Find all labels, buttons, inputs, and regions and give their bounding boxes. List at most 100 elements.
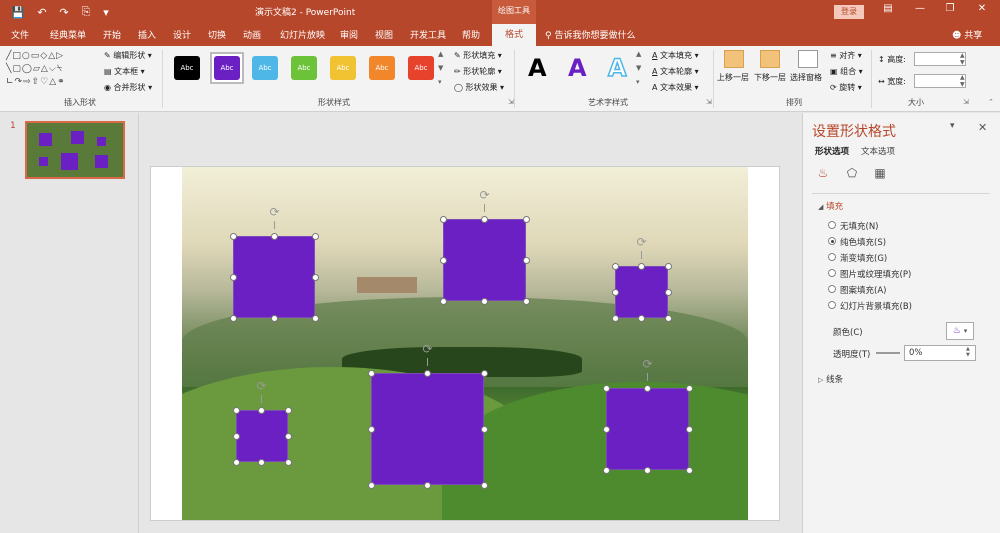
login-button[interactable]: 登录 [834,5,864,19]
purple-rectangle-shape[interactable] [443,219,526,301]
wordart-style-black[interactable]: A [528,54,547,82]
resize-handle[interactable] [603,426,610,433]
resize-handle[interactable] [612,315,619,322]
purple-rectangle-shape[interactable] [233,236,315,318]
resize-handle[interactable] [440,216,447,223]
shape-style-swatch-purple[interactable]: Abc [214,56,240,80]
resize-handle[interactable] [368,426,375,433]
shape-style-swatch-orange[interactable]: Abc [369,56,395,80]
wordart-more-icon[interactable]: ▾ [636,78,640,86]
resize-handle[interactable] [285,407,292,414]
resize-handle[interactable] [481,216,488,223]
resize-handle[interactable] [481,482,488,489]
text-fill-button[interactable]: A 文本填充 ▾ [652,50,699,61]
resize-handle[interactable] [665,289,672,296]
gallery-more-icon[interactable]: ▾ [438,78,442,86]
rotation-handle-icon[interactable]: ⟳ [635,236,648,249]
radio-gradient-fill[interactable] [828,253,836,261]
resize-handle[interactable] [368,482,375,489]
rotate-button[interactable]: ⟳ 旋转 ▾ [830,82,862,93]
resize-handle[interactable] [312,315,319,322]
group-button[interactable]: ▣ 组合 ▾ [830,66,863,77]
resize-handle[interactable] [440,257,447,264]
resize-handle[interactable] [686,467,693,474]
height-spinner-icon[interactable]: ▲ ▼ [960,52,965,66]
gallery-scroll-down-icon[interactable]: ▼ [438,64,443,72]
send-backward-label[interactable]: 下移一层 [754,72,786,83]
gradient-fill-label[interactable]: 渐变填充(G) [840,252,887,264]
rotation-handle-icon[interactable]: ⟳ [421,343,434,356]
resize-handle[interactable] [271,233,278,240]
resize-handle[interactable] [424,482,431,489]
radio-background-fill[interactable] [828,301,836,309]
resize-handle[interactable] [638,315,645,322]
radio-solid-fill[interactable] [828,237,836,245]
resize-handle[interactable] [612,289,619,296]
shape-style-swatch-red[interactable]: Abc [408,56,434,80]
shape-style-swatch-green[interactable]: Abc [291,56,317,80]
resize-handle[interactable] [285,433,292,440]
height-input[interactable] [914,52,966,66]
text-box-button[interactable]: ▤ 文本框 ▾ [104,66,145,77]
fill-line-icon[interactable]: ♨ [814,166,832,182]
format-painter-icon[interactable]: ⎘ [78,4,94,20]
tab-text-options[interactable]: 文本选项 [861,145,895,157]
selection-pane-label[interactable]: 选择窗格 [790,72,822,83]
resize-handle[interactable] [481,298,488,305]
line-section-toggle[interactable]: ▷ 线条 [818,373,843,385]
align-button[interactable]: ≡ 对齐 ▾ [830,50,862,61]
gallery-scroll-up-icon[interactable]: ▲ [438,50,443,58]
bring-forward-icon[interactable] [724,50,744,68]
resize-handle[interactable] [424,370,431,377]
merge-shapes-button[interactable]: ◉ 合并形状 ▾ [104,82,152,93]
wordart-scroll-up-icon[interactable]: ▲ [636,50,641,58]
size-properties-icon[interactable]: ▦ [871,166,889,182]
restore-icon[interactable]: ❐ [940,3,960,19]
resize-handle[interactable] [258,407,265,414]
pattern-fill-label[interactable]: 图案填充(A) [840,284,886,296]
share-button[interactable]: ☻ 共享 [952,28,982,41]
resize-handle[interactable] [271,315,278,322]
transparency-slider[interactable] [876,352,900,354]
purple-rectangle-shape[interactable] [236,410,288,462]
resize-handle[interactable] [230,233,237,240]
resize-handle[interactable] [368,370,375,377]
width-spinner-icon[interactable]: ▲ ▼ [960,74,965,88]
width-input[interactable] [914,74,966,88]
shape-effects-button[interactable]: ◯ 形状效果 ▾ [454,82,504,93]
save-icon[interactable]: 💾 [10,4,26,20]
collapse-ribbon-icon[interactable]: ⌃ [988,98,994,106]
shapes-gallery[interactable]: ╱□○▭◇△▷ ╲▢◯▱△⌵⍀ ∟↷⇨⇧♡△⚭ [6,50,96,90]
shape-style-swatch-black[interactable]: Abc [174,56,200,80]
resize-handle[interactable] [481,426,488,433]
no-fill-label[interactable]: 无填充(N) [840,220,879,232]
pane-close-icon[interactable]: ✕ [978,121,987,134]
effects-pentagon-icon[interactable]: ⬠ [843,166,861,182]
wordart-dialog-launcher-icon[interactable]: ⇲ [706,98,712,106]
shape-outline-button[interactable]: ✏ 形状轮廓 ▾ [454,66,502,77]
customize-qat-icon[interactable]: ▾ [98,4,114,20]
resize-handle[interactable] [523,298,530,305]
resize-handle[interactable] [644,467,651,474]
resize-handle[interactable] [230,274,237,281]
slide-thumbnail[interactable] [25,121,125,179]
resize-handle[interactable] [258,459,265,466]
rotation-handle-icon[interactable]: ⟳ [255,380,268,393]
tab-design[interactable]: 设计 [173,28,191,41]
resize-handle[interactable] [233,459,240,466]
tell-me-search[interactable]: ⚲ 告诉我你想要做什么 [545,28,635,41]
resize-handle[interactable] [312,274,319,281]
resize-handle[interactable] [665,263,672,270]
rotation-handle-icon[interactable]: ⟳ [478,189,491,202]
tab-shape-options[interactable]: 形状选项 [815,145,849,157]
pane-options-dropdown-icon[interactable]: ▾ [950,121,955,131]
rotation-handle-icon[interactable]: ⟳ [641,358,654,371]
tab-file[interactable]: 文件 [11,28,29,41]
background-fill-label[interactable]: 幻灯片背景填充(B) [840,300,912,312]
resize-handle[interactable] [665,315,672,322]
resize-handle[interactable] [603,467,610,474]
transparency-spinner-icon[interactable]: ▲ ▼ [966,346,970,358]
tab-help[interactable]: 帮助 [462,28,480,41]
resize-handle[interactable] [612,263,619,270]
size-dialog-launcher-icon[interactable]: ⇲ [963,98,969,106]
